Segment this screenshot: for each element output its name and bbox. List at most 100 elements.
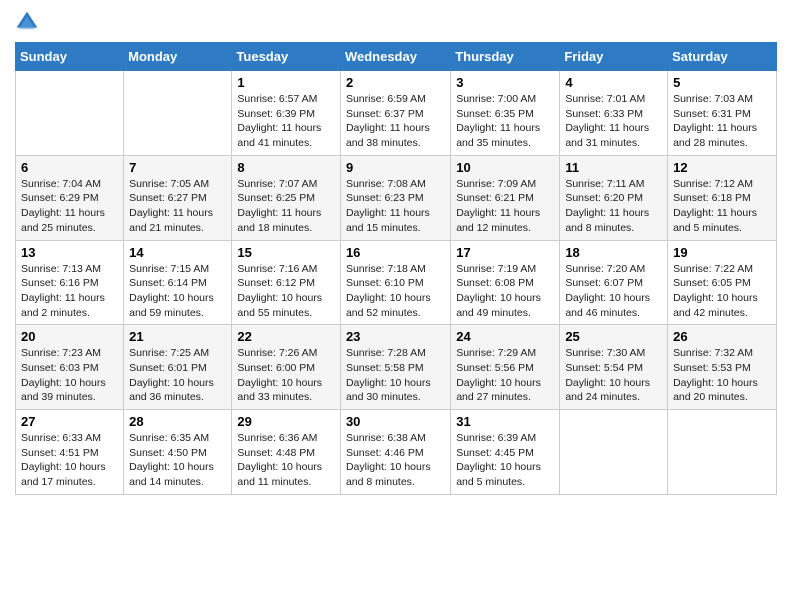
day-number: 31 [456,414,554,429]
calendar-week-1: 1 Sunrise: 6:57 AMSunset: 6:39 PMDaylight… [16,71,777,156]
day-number: 21 [129,329,226,344]
day-number: 5 [673,75,771,90]
day-info: Sunrise: 6:38 AMSunset: 4:46 PMDaylight:… [346,431,445,490]
day-info: Sunrise: 7:26 AMSunset: 6:00 PMDaylight:… [237,346,335,405]
day-info: Sunrise: 6:57 AMSunset: 6:39 PMDaylight:… [237,92,335,151]
day-info: Sunrise: 7:09 AMSunset: 6:21 PMDaylight:… [456,177,554,236]
day-number: 1 [237,75,335,90]
logo [15,10,43,34]
day-info: Sunrise: 7:11 AMSunset: 6:20 PMDaylight:… [565,177,662,236]
calendar-cell: 9Sunrise: 7:08 AMSunset: 6:23 PMDaylight… [340,155,450,240]
day-number: 18 [565,245,662,260]
day-info: Sunrise: 7:03 AMSunset: 6:31 PMDaylight:… [673,92,771,151]
calendar-cell: 30 Sunrise: 6:38 AMSunset: 4:46 PMDayligh… [340,410,450,495]
day-number: 6 [21,160,118,175]
day-info: Sunrise: 7:29 AMSunset: 5:56 PMDaylight:… [456,346,554,405]
day-header-thursday: Thursday [451,43,560,71]
day-number: 9 [346,160,445,175]
calendar-week-3: 13 Sunrise: 7:13 AMSunset: 6:16 PMDayligh… [16,240,777,325]
day-info: Sunrise: 7:13 AMSunset: 6:16 PMDaylight:… [21,262,118,321]
day-header-sunday: Sunday [16,43,124,71]
day-info: Sunrise: 6:39 AMSunset: 4:45 PMDaylight:… [456,431,554,490]
day-info: Sunrise: 7:22 AMSunset: 6:05 PMDaylight:… [673,262,771,321]
day-info: Sunrise: 7:07 AMSunset: 6:25 PMDaylight:… [237,177,335,236]
calendar-header-row: SundayMondayTuesdayWednesdayThursdayFrid… [16,43,777,71]
calendar-cell: 16Sunrise: 7:18 AMSunset: 6:10 PMDayligh… [340,240,450,325]
day-info: Sunrise: 7:19 AMSunset: 6:08 PMDaylight:… [456,262,554,321]
calendar-cell: 5 Sunrise: 7:03 AMSunset: 6:31 PMDaylight… [668,71,777,156]
logo-icon [15,10,39,34]
calendar-cell: 12Sunrise: 7:12 AMSunset: 6:18 PMDayligh… [668,155,777,240]
calendar-cell [16,71,124,156]
calendar-cell: 14 Sunrise: 7:15 AMSunset: 6:14 PMDayligh… [124,240,232,325]
day-info: Sunrise: 7:15 AMSunset: 6:14 PMDaylight:… [129,262,226,321]
day-info: Sunrise: 7:23 AMSunset: 6:03 PMDaylight:… [21,346,118,405]
calendar-cell: 17 Sunrise: 7:19 AMSunset: 6:08 PMDayligh… [451,240,560,325]
day-number: 13 [21,245,118,260]
day-number: 2 [346,75,445,90]
calendar-cell: 25Sunrise: 7:30 AMSunset: 5:54 PMDayligh… [560,325,668,410]
calendar-cell: 19 Sunrise: 7:22 AMSunset: 6:05 PMDayligh… [668,240,777,325]
day-info: Sunrise: 7:04 AMSunset: 6:29 PMDaylight:… [21,177,118,236]
day-number: 26 [673,329,771,344]
calendar-week-2: 6 Sunrise: 7:04 AMSunset: 6:29 PMDaylight… [16,155,777,240]
day-number: 11 [565,160,662,175]
calendar-cell: 18 Sunrise: 7:20 AMSunset: 6:07 PMDayligh… [560,240,668,325]
day-number: 17 [456,245,554,260]
day-header-wednesday: Wednesday [340,43,450,71]
calendar-cell: 2 Sunrise: 6:59 AMSunset: 6:37 PMDaylight… [340,71,450,156]
day-info: Sunrise: 7:00 AMSunset: 6:35 PMDaylight:… [456,92,554,151]
day-number: 15 [237,245,335,260]
day-header-monday: Monday [124,43,232,71]
calendar-cell [124,71,232,156]
day-number: 4 [565,75,662,90]
calendar-table: SundayMondayTuesdayWednesdayThursdayFrid… [15,42,777,495]
day-number: 14 [129,245,226,260]
calendar-week-5: 27 Sunrise: 6:33 AMSunset: 4:51 PMDayligh… [16,410,777,495]
calendar-cell: 1 Sunrise: 6:57 AMSunset: 6:39 PMDaylight… [232,71,341,156]
day-info: Sunrise: 7:28 AMSunset: 5:58 PMDaylight:… [346,346,445,405]
calendar-cell: 26 Sunrise: 7:32 AMSunset: 5:53 PMDayligh… [668,325,777,410]
calendar-cell: 15Sunrise: 7:16 AMSunset: 6:12 PMDayligh… [232,240,341,325]
day-info: Sunrise: 7:25 AMSunset: 6:01 PMDaylight:… [129,346,226,405]
day-number: 27 [21,414,118,429]
day-info: Sunrise: 6:59 AMSunset: 6:37 PMDaylight:… [346,92,445,151]
calendar-cell: 6 Sunrise: 7:04 AMSunset: 6:29 PMDaylight… [16,155,124,240]
calendar-cell [668,410,777,495]
day-number: 3 [456,75,554,90]
calendar-cell: 20 Sunrise: 7:23 AMSunset: 6:03 PMDayligh… [16,325,124,410]
calendar-cell: 13 Sunrise: 7:13 AMSunset: 6:16 PMDayligh… [16,240,124,325]
calendar-cell: 21 Sunrise: 7:25 AMSunset: 6:01 PMDayligh… [124,325,232,410]
day-info: Sunrise: 7:32 AMSunset: 5:53 PMDaylight:… [673,346,771,405]
day-info: Sunrise: 6:36 AMSunset: 4:48 PMDaylight:… [237,431,335,490]
day-number: 23 [346,329,445,344]
day-info: Sunrise: 6:33 AMSunset: 4:51 PMDaylight:… [21,431,118,490]
day-number: 8 [237,160,335,175]
day-info: Sunrise: 7:20 AMSunset: 6:07 PMDaylight:… [565,262,662,321]
page-header [15,10,777,34]
day-number: 30 [346,414,445,429]
calendar-cell: 3 Sunrise: 7:00 AMSunset: 6:35 PMDaylight… [451,71,560,156]
day-header-tuesday: Tuesday [232,43,341,71]
calendar-cell: 23 Sunrise: 7:28 AMSunset: 5:58 PMDayligh… [340,325,450,410]
calendar-cell: 8 Sunrise: 7:07 AMSunset: 6:25 PMDaylight… [232,155,341,240]
day-number: 19 [673,245,771,260]
day-info: Sunrise: 6:35 AMSunset: 4:50 PMDaylight:… [129,431,226,490]
day-info: Sunrise: 7:12 AMSunset: 6:18 PMDaylight:… [673,177,771,236]
day-number: 29 [237,414,335,429]
calendar-cell: 22 Sunrise: 7:26 AMSunset: 6:00 PMDayligh… [232,325,341,410]
calendar-cell: 7 Sunrise: 7:05 AMSunset: 6:27 PMDaylight… [124,155,232,240]
day-info: Sunrise: 7:05 AMSunset: 6:27 PMDaylight:… [129,177,226,236]
calendar-cell: 10Sunrise: 7:09 AMSunset: 6:21 PMDayligh… [451,155,560,240]
calendar-cell: 24 Sunrise: 7:29 AMSunset: 5:56 PMDayligh… [451,325,560,410]
day-number: 16 [346,245,445,260]
day-number: 20 [21,329,118,344]
calendar-cell: 27 Sunrise: 6:33 AMSunset: 4:51 PMDayligh… [16,410,124,495]
day-number: 7 [129,160,226,175]
day-number: 28 [129,414,226,429]
day-header-saturday: Saturday [668,43,777,71]
day-number: 24 [456,329,554,344]
calendar-cell: 31 Sunrise: 6:39 AMSunset: 4:45 PMDayligh… [451,410,560,495]
day-number: 22 [237,329,335,344]
calendar-cell [560,410,668,495]
